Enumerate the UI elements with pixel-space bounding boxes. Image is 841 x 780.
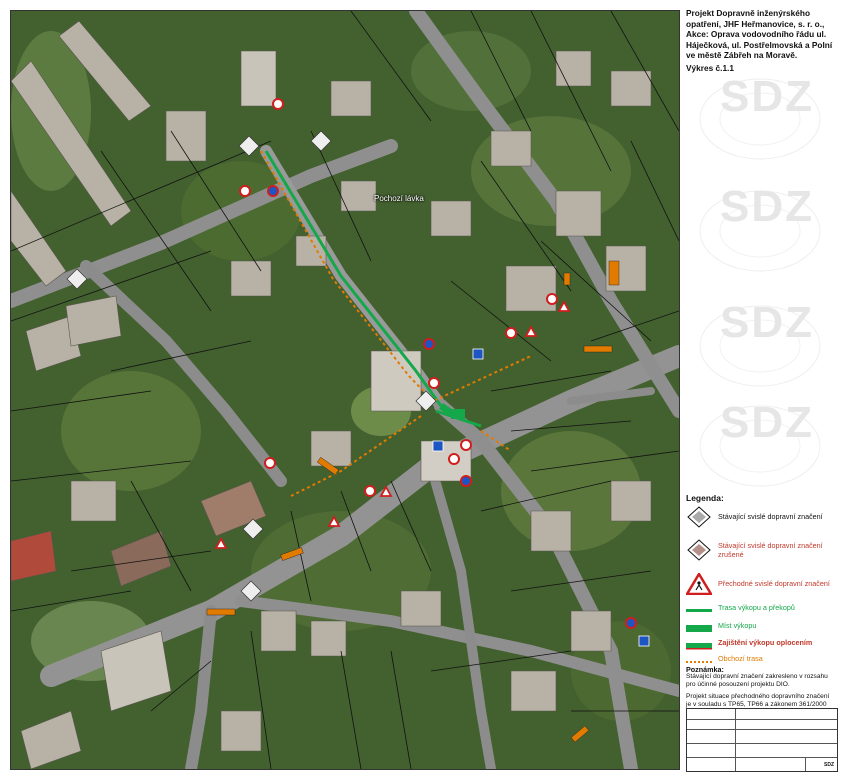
- diamond-grey-icon: [687, 506, 711, 528]
- note-text: Stávající dopravní značení zakresleno v …: [686, 673, 828, 689]
- project-title: Projekt Dopravně inženýrského opatření, …: [686, 8, 833, 60]
- watermark-text: SDZ: [720, 398, 814, 447]
- title-block: SDZ: [686, 708, 838, 772]
- legend-label: Přechodné svislé dopravní značení: [718, 579, 830, 588]
- legend-label: Stávající svislé dopravní značení zrušen…: [718, 541, 823, 559]
- legend-item: Přechodné svislé dopravní značení: [686, 573, 839, 595]
- map-place-label: Pochozí lávka: [374, 194, 424, 203]
- aerial-map: [11, 11, 679, 769]
- legend-title: Legenda:: [686, 493, 724, 503]
- legend-label: Stávající svislé dopravní značení: [718, 512, 823, 521]
- legend-label: Míst výkopu: [718, 621, 757, 630]
- legend-label: Obchozí trasa: [718, 654, 763, 663]
- map-view[interactable]: Pochozí lávka: [10, 10, 680, 770]
- diamond-red-icon: [687, 539, 711, 561]
- legend-item: Stávající svislé dopravní značení: [686, 506, 839, 528]
- roadworks-triangle-icon: [686, 573, 712, 595]
- legend-panel: Projekt Dopravně inženýrského opatření, …: [682, 6, 839, 776]
- watermark-text: SDZ: [720, 298, 814, 347]
- legend-label: Trasa výkopu a překopů: [718, 603, 795, 612]
- legend-label: Zajištění výkopu oplocením: [718, 638, 813, 647]
- title-block-code: SDZ: [824, 762, 834, 768]
- watermark-text: SDZ: [720, 182, 814, 231]
- watermark-text: SDZ: [720, 72, 814, 121]
- drawing-sheet: Pochozí lávka Projekt Dopravně inženýrsk…: [0, 0, 841, 780]
- legend-item: Stávající svislé dopravní značení zrušen…: [686, 539, 839, 561]
